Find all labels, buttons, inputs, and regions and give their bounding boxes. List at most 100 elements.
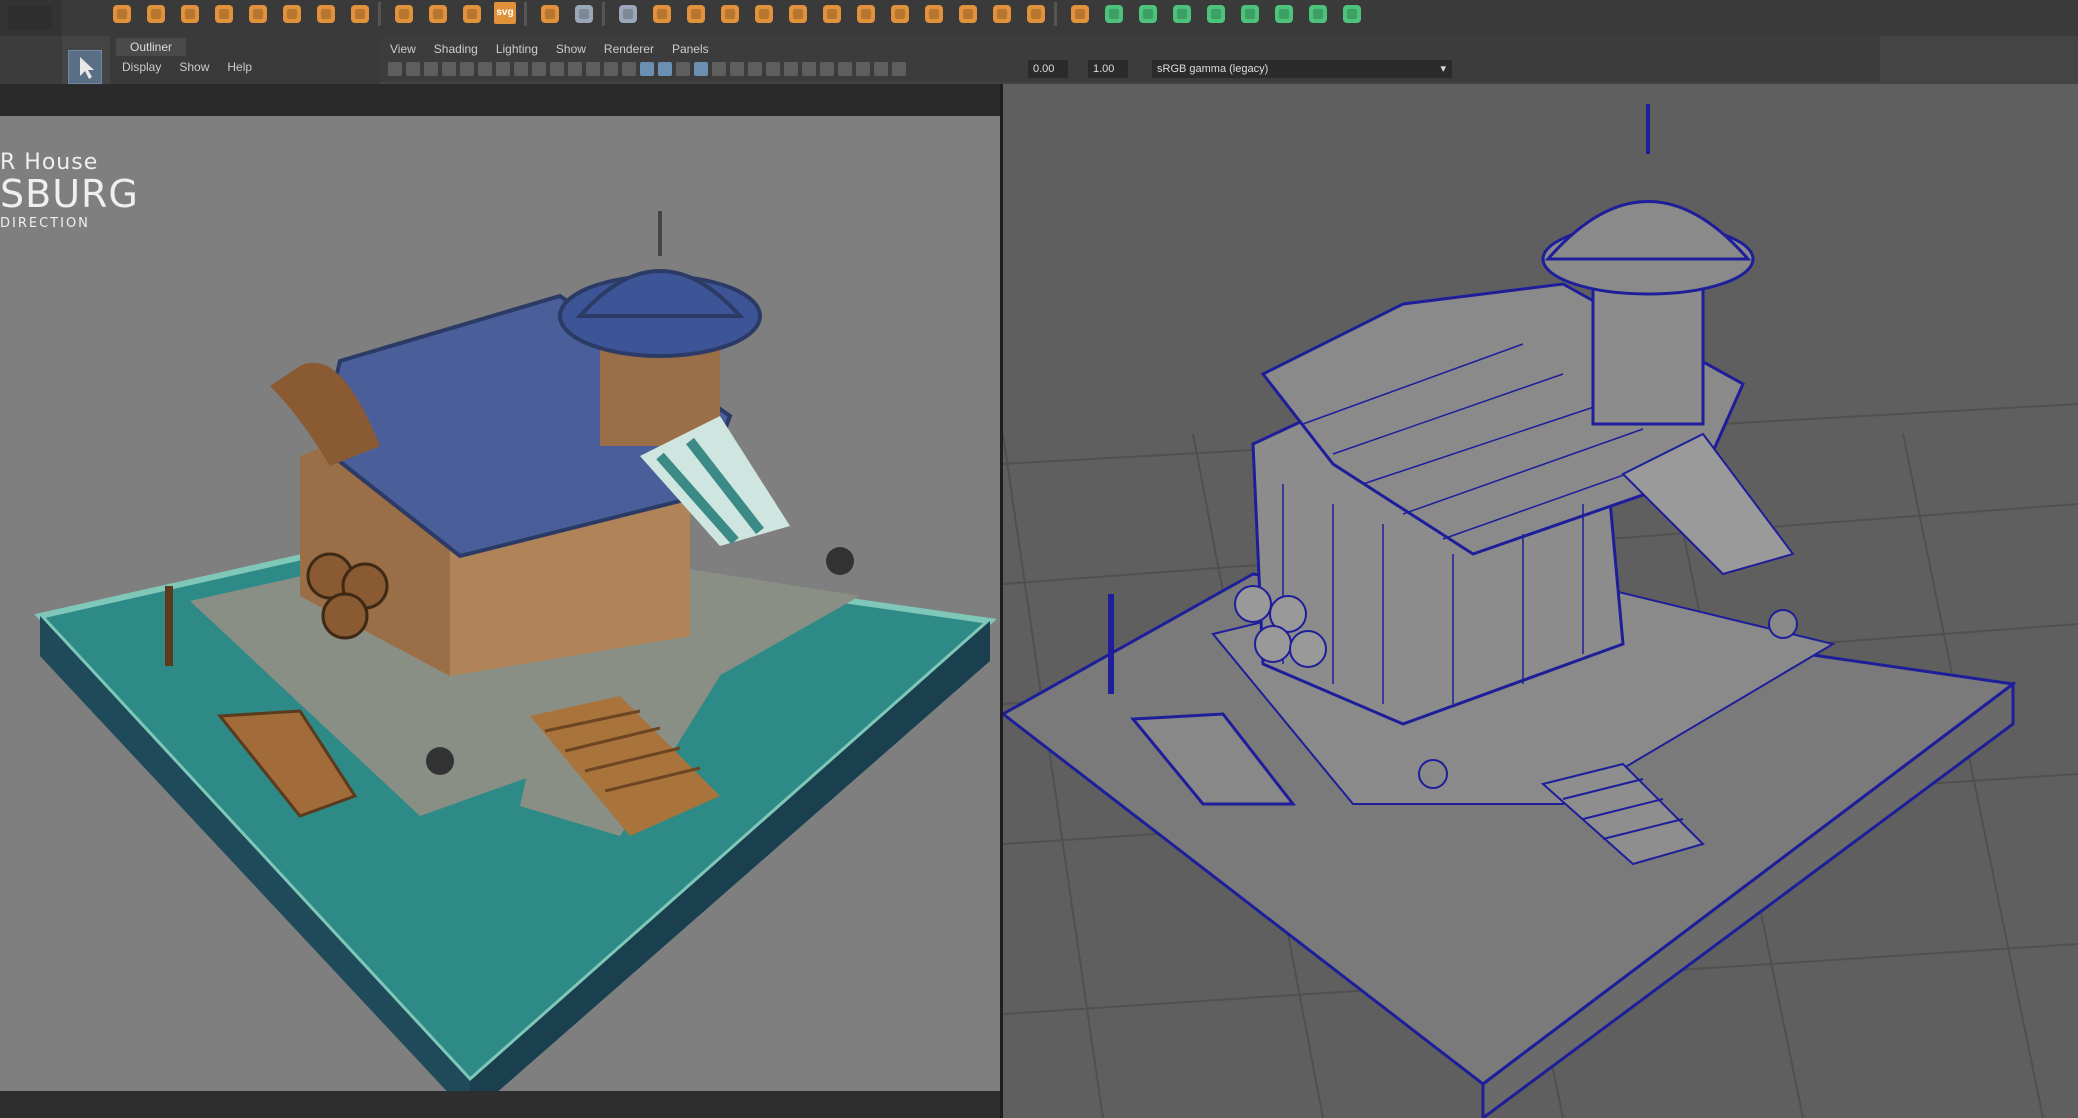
painted-house-illustration [34,211,997,1091]
camera-attributes-icon[interactable] [424,62,438,76]
select-tool-button[interactable] [68,50,102,84]
sphere-icon[interactable] [110,2,134,26]
color-space-label: sRGB gamma (legacy) [1157,63,1269,75]
status-bar [0,1091,1000,1118]
bridge-icon[interactable] [820,2,844,26]
2d-pan-zoom-icon[interactable] [478,62,492,76]
wireframe-on-shaded-icon[interactable] [694,62,708,76]
outliner-menu-show[interactable]: Show [179,60,209,74]
gamma-field[interactable]: 1.00 [1088,60,1128,78]
uv-icon[interactable] [1068,2,1092,26]
image-plane-icon[interactable] [460,62,474,76]
viewport-menu-view[interactable]: View [390,42,416,56]
resolution-gate-icon[interactable] [550,62,564,76]
harden-icon[interactable] [1340,2,1364,26]
shelf-separator [524,2,527,26]
bevel-icon[interactable] [854,2,878,26]
viewport-menu-renderer[interactable]: Renderer [604,42,654,56]
gate-mask-icon[interactable] [568,62,582,76]
multicut-icon[interactable] [956,2,980,26]
mirror-icon[interactable] [888,2,912,26]
retopo-icon[interactable] [1272,2,1296,26]
disc-icon[interactable] [314,2,338,26]
shelf-separator [1054,2,1057,26]
text-icon[interactable] [460,2,484,26]
camera-lock-icon[interactable] [406,62,420,76]
motion-blur-icon[interactable] [784,62,798,76]
camera-icon[interactable] [572,2,596,26]
sweep-icon[interactable] [426,2,450,26]
grid-toggle-icon[interactable] [514,62,528,76]
concept-title-line3: DIRECTION [0,216,90,231]
xray-components-icon[interactable] [892,62,906,76]
smooth-shade-icon[interactable] [658,62,672,76]
shelf-tab-area[interactable] [0,0,62,36]
bookmark-icon[interactable] [442,62,456,76]
platonic-icon[interactable] [348,2,372,26]
boolean-icon[interactable] [922,2,946,26]
smooth-icon[interactable] [752,2,776,26]
grease-pencil-icon[interactable] [496,62,510,76]
chevron-down-icon: ▾ [1440,63,1446,75]
exposure-field[interactable]: 0.00 [1028,60,1068,78]
isolate-select-icon[interactable] [838,62,852,76]
sculpt-icon[interactable] [1170,2,1194,26]
shelf-separator [378,2,381,26]
safe-title-icon[interactable] [622,62,636,76]
quad-draw-icon[interactable] [1024,2,1048,26]
svg-label: svg [494,2,516,24]
xray-icon[interactable] [856,62,870,76]
cone-icon[interactable] [212,2,236,26]
textured-icon[interactable] [712,62,726,76]
viewport-menu-panels[interactable]: Panels [672,42,709,56]
outliner-panel-header: Outliner Display Show Help [110,36,380,84]
svg-icon[interactable]: svg [494,2,518,26]
film-gate-icon[interactable] [532,62,546,76]
grid-icon[interactable] [538,2,562,26]
viewport-header: View Shading Lighting Show Renderer Pane… [380,36,1880,82]
camera-select-icon[interactable] [388,62,402,76]
uv-unfold-icon[interactable] [1102,2,1126,26]
viewport-title-band [0,84,1000,116]
outliner-menu: Display Show Help [122,60,252,74]
extrude-icon[interactable] [786,2,810,26]
wireframe-house-model [1003,104,2078,1118]
transform-icon[interactable] [650,2,674,26]
torus-icon[interactable] [246,2,270,26]
use-all-lights-icon[interactable] [730,62,744,76]
screen-space-ao-icon[interactable] [766,62,780,76]
sparkle-icon[interactable] [392,2,416,26]
perspective-viewport[interactable] [1003,84,2078,1118]
outliner-tab[interactable]: Outliner [116,38,187,56]
concept-art-panel: R House SBURG DIRECTION [0,116,1000,1091]
cube-icon[interactable] [144,2,168,26]
safe-action-icon[interactable] [604,62,618,76]
field-chart-icon[interactable] [586,62,600,76]
soften-icon[interactable] [1306,2,1330,26]
separate-icon[interactable] [718,2,742,26]
viewport-menu-show[interactable]: Show [556,42,586,56]
uv-layout-icon[interactable] [1136,2,1160,26]
shelf-separator [602,2,605,26]
relax-icon[interactable] [1238,2,1262,26]
anti-aliasing-icon[interactable] [802,62,816,76]
toolbox-strip [0,36,62,86]
outliner-menu-display[interactable]: Display [122,60,161,74]
concept-title-line2: SBURG [0,172,139,216]
viewport-menu-bar: View Shading Lighting Show Renderer Pane… [390,42,709,56]
wireframe-toggle-icon[interactable] [640,62,654,76]
viewport-menu-lighting[interactable]: Lighting [496,42,538,56]
depth-of-field-icon[interactable] [820,62,834,76]
cylinder-icon[interactable] [178,2,202,26]
viewport-menu-shading[interactable]: Shading [434,42,478,56]
measure-icon[interactable] [616,2,640,26]
default-material-icon[interactable] [676,62,690,76]
xray-joints-icon[interactable] [874,62,888,76]
combine-icon[interactable] [684,2,708,26]
shadows-icon[interactable] [748,62,762,76]
color-space-dropdown[interactable]: sRGB gamma (legacy) ▾ [1152,60,1452,78]
smear-icon[interactable] [1204,2,1228,26]
outliner-menu-help[interactable]: Help [227,60,252,74]
target-weld-icon[interactable] [990,2,1014,26]
plane-icon[interactable] [280,2,304,26]
